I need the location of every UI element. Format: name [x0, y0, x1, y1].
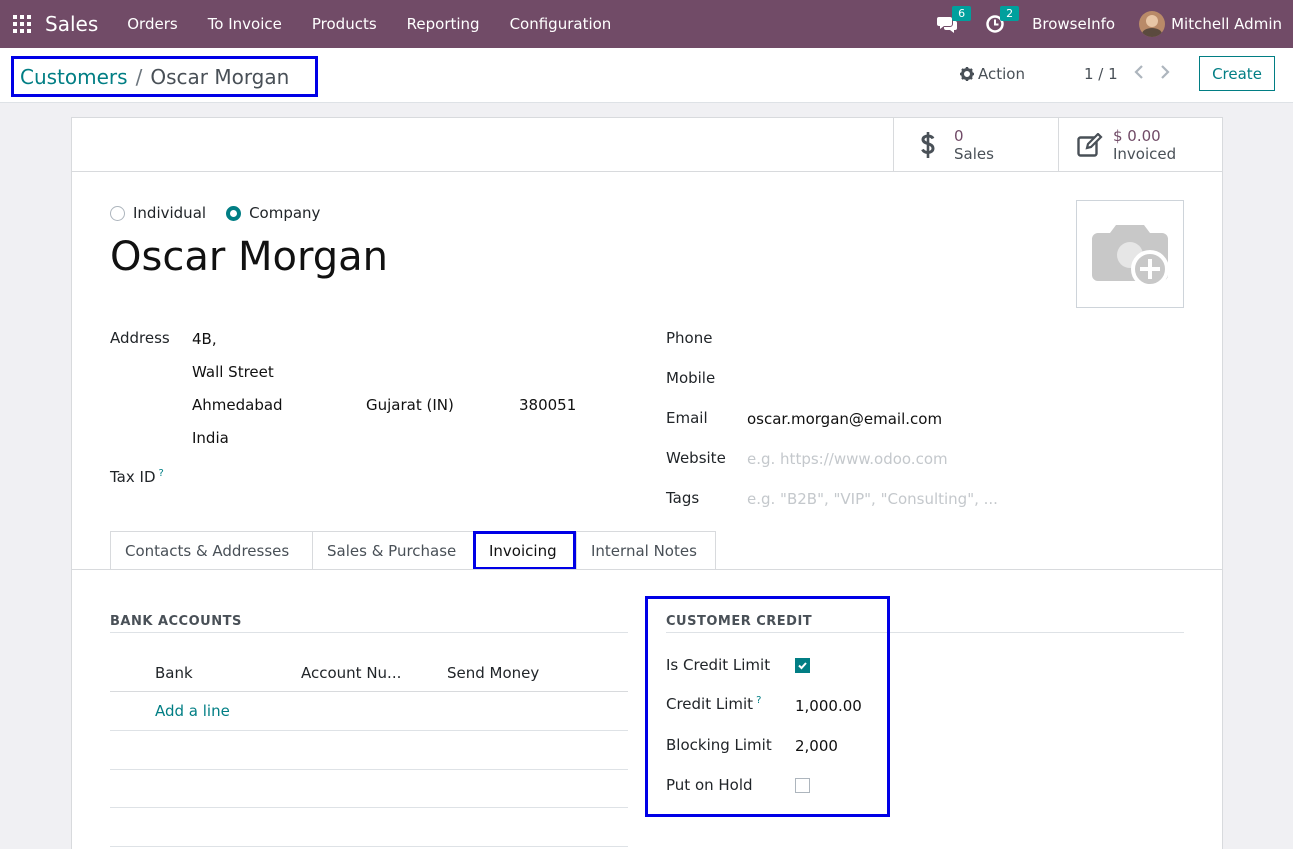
country-field[interactable]: India: [192, 429, 229, 447]
sales-stat-button[interactable]: 0 Sales: [893, 118, 1059, 172]
camera-plus-icon: [1092, 225, 1169, 288]
credit-limit-label: Credit Limit?: [666, 695, 761, 713]
breadcrumb-customers-link[interactable]: Customers: [20, 65, 128, 89]
phone-label: Phone: [666, 329, 713, 347]
pager-value[interactable]: 1 / 1: [1084, 65, 1118, 83]
menu-products[interactable]: Products: [297, 15, 392, 33]
company-radio[interactable]: [226, 205, 242, 221]
breadcrumb: Customers / Oscar Morgan: [11, 56, 318, 97]
create-button[interactable]: Create: [1199, 56, 1275, 91]
browse-info-link[interactable]: BrowseInfo: [1032, 15, 1115, 33]
activities-count-badge: 2: [1000, 6, 1020, 21]
bank-table-header-line: [110, 691, 628, 692]
tabs-divider: [72, 569, 1222, 570]
menu-configuration[interactable]: Configuration: [495, 15, 627, 33]
messages-count-badge: 6: [952, 6, 972, 21]
check-icon: [798, 662, 807, 670]
gear-icon: [960, 67, 974, 81]
street2-field[interactable]: Wall Street: [192, 363, 274, 381]
address-label: Address: [110, 329, 170, 347]
messages-icon[interactable]: 6: [936, 6, 972, 35]
put-on-hold-checkbox[interactable]: [795, 778, 810, 793]
add-a-line-link[interactable]: Add a line: [155, 702, 230, 720]
edit-pencil-icon: [1077, 133, 1103, 157]
chevron-right-icon[interactable]: [1160, 65, 1170, 83]
chevron-left-icon[interactable]: [1134, 65, 1144, 83]
top-navbar: Sales Orders To Invoice Products Reporti…: [0, 0, 1293, 48]
control-panel: Customers / Oscar Morgan Action 1 / 1 Cr…: [0, 48, 1293, 103]
state-field[interactable]: Gujarat (IN): [366, 396, 454, 414]
bank-accounts-title: BANK ACCOUNTS: [110, 614, 242, 629]
partner-image-upload[interactable]: [1076, 200, 1184, 308]
partner-name-field[interactable]: Oscar Morgan: [110, 234, 388, 280]
sales-label: Sales: [954, 144, 994, 163]
bank-row-line: [110, 769, 628, 770]
apps-menu-icon[interactable]: [13, 15, 31, 33]
column-bank[interactable]: Bank: [155, 664, 193, 682]
invoiced-label: Invoiced: [1113, 144, 1177, 163]
form-sheet: 0 Sales $ 0.00 Invoiced Individual Compa…: [71, 117, 1223, 849]
street-field[interactable]: 4B,: [192, 330, 217, 348]
blocking-limit-field[interactable]: 2,000: [795, 737, 838, 755]
breadcrumb-separator: /: [135, 64, 143, 89]
is-credit-limit-label: Is Credit Limit: [666, 656, 771, 674]
tab-internal-notes[interactable]: Internal Notes: [576, 531, 716, 570]
systray: 6 2 BrowseInfo Mitchell Admin: [936, 0, 1293, 48]
tab-contacts-addresses[interactable]: Contacts & Addresses: [110, 531, 312, 570]
action-button[interactable]: Action: [960, 65, 1025, 83]
website-input[interactable]: e.g. https://www.odoo.com: [747, 450, 948, 468]
mobile-label: Mobile: [666, 369, 716, 387]
menu-reporting[interactable]: Reporting: [392, 15, 495, 33]
tab-sales-purchase[interactable]: Sales & Purchase: [312, 531, 473, 570]
credit-limit-help-icon[interactable]: ?: [756, 695, 761, 706]
user-menu-name[interactable]: Mitchell Admin: [1171, 15, 1282, 33]
dollar-icon: [921, 132, 935, 158]
invoiced-amount: $ 0.00: [1113, 126, 1161, 145]
company-type-radio-group: Individual Company: [110, 204, 320, 222]
tax-id-help-icon[interactable]: ?: [159, 468, 164, 479]
company-radio-label[interactable]: Company: [249, 204, 320, 222]
tax-id-label-text: Tax ID: [110, 468, 156, 486]
credit-limit-field[interactable]: 1,000.00: [795, 697, 862, 715]
smart-button-box: 0 Sales $ 0.00 Invoiced: [72, 118, 1222, 172]
sales-count: 0: [954, 126, 964, 145]
bank-row-line: [110, 730, 628, 731]
is-credit-limit-checkbox[interactable]: [795, 658, 810, 673]
website-label: Website: [666, 449, 726, 467]
individual-radio[interactable]: [110, 205, 125, 221]
tags-label: Tags: [666, 489, 700, 507]
email-label: Email: [666, 409, 708, 427]
credit-limit-label-text: Credit Limit: [666, 695, 754, 713]
city-field[interactable]: Ahmedabad: [192, 396, 283, 414]
activities-clock-icon[interactable]: 2: [984, 6, 1020, 35]
user-avatar[interactable]: [1139, 11, 1166, 37]
bank-row-line: [110, 846, 628, 847]
action-label: Action: [978, 65, 1025, 83]
customer-credit-group: CUSTOMER CREDIT Is Credit Limit Credit L…: [645, 596, 890, 817]
app-name[interactable]: Sales: [45, 12, 98, 36]
breadcrumb-current: Oscar Morgan: [150, 64, 290, 89]
email-field[interactable]: oscar.morgan@email.com: [747, 410, 942, 428]
column-account-number[interactable]: Account Nu...: [301, 664, 401, 682]
notebook-tabs: Contacts & Addresses Sales & Purchase In…: [110, 531, 716, 570]
individual-radio-label[interactable]: Individual: [133, 204, 206, 222]
bank-row-line: [110, 807, 628, 808]
zip-field[interactable]: 380051: [519, 396, 576, 414]
put-on-hold-label: Put on Hold: [666, 776, 753, 794]
bank-accounts-divider: [110, 632, 628, 633]
menu-orders[interactable]: Orders: [112, 15, 192, 33]
tags-input[interactable]: e.g. "B2B", "VIP", "Consulting", ...: [747, 490, 998, 508]
blocking-limit-label: Blocking Limit: [666, 736, 772, 754]
column-send-money[interactable]: Send Money: [447, 664, 539, 682]
tax-id-label: Tax ID?: [110, 468, 164, 486]
customer-credit-title: CUSTOMER CREDIT: [666, 614, 813, 629]
invoiced-stat-button[interactable]: $ 0.00 Invoiced: [1058, 118, 1222, 172]
tab-invoicing[interactable]: Invoicing: [473, 531, 576, 570]
menu-to-invoice[interactable]: To Invoice: [193, 15, 297, 33]
